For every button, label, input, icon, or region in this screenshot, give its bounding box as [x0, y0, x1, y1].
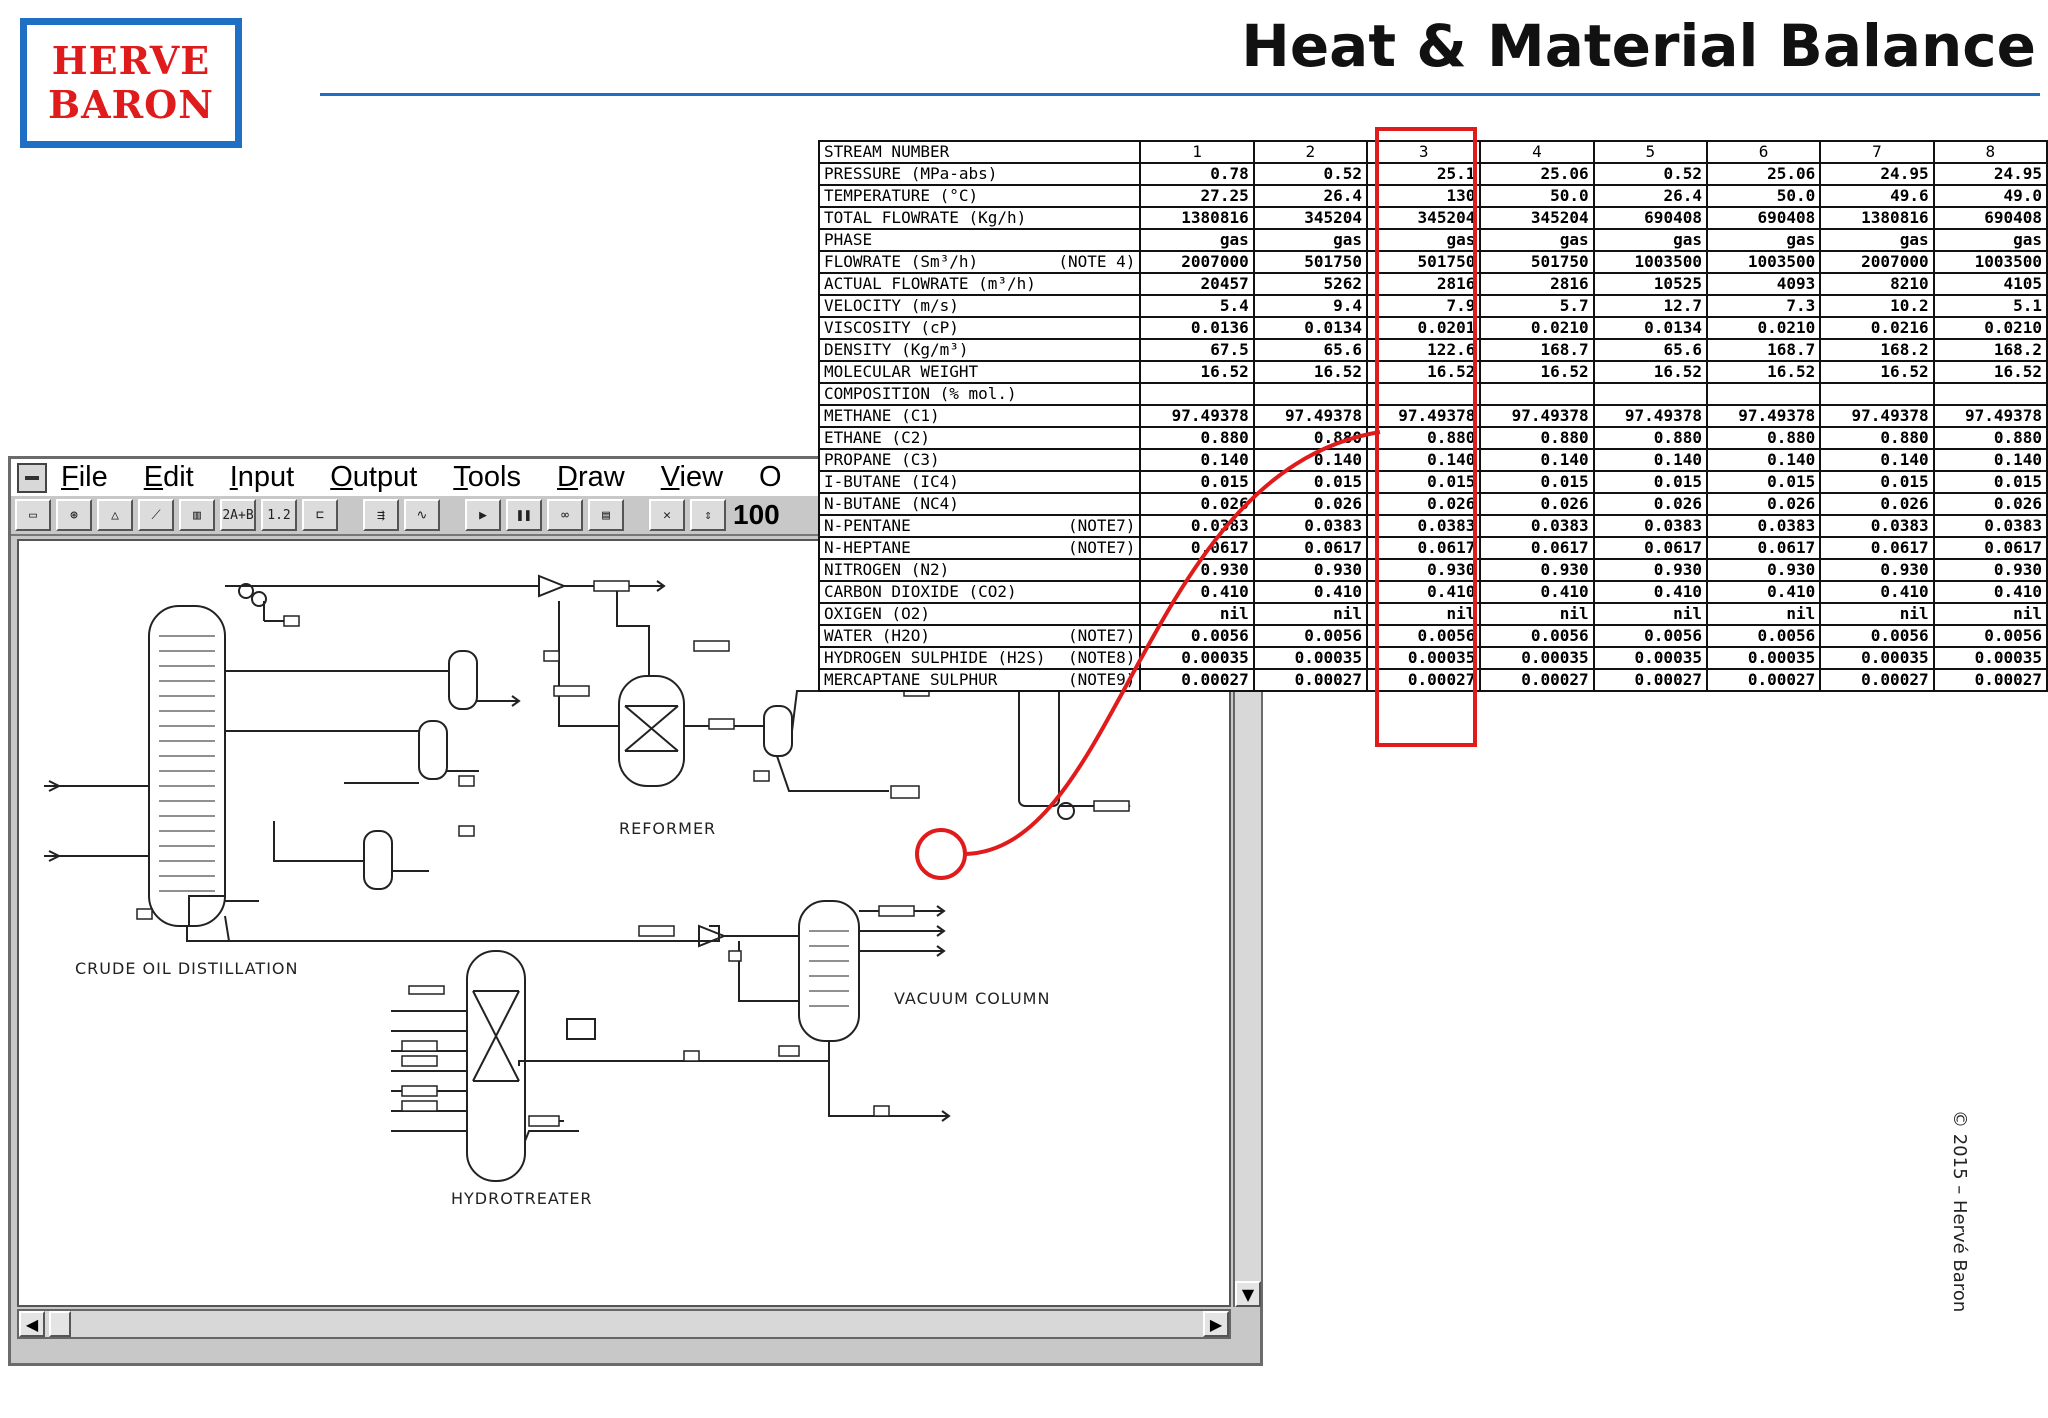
stream-3-circle [915, 828, 967, 880]
stream-3-connector [964, 430, 1381, 856]
connector-overlay [915, 430, 1381, 880]
